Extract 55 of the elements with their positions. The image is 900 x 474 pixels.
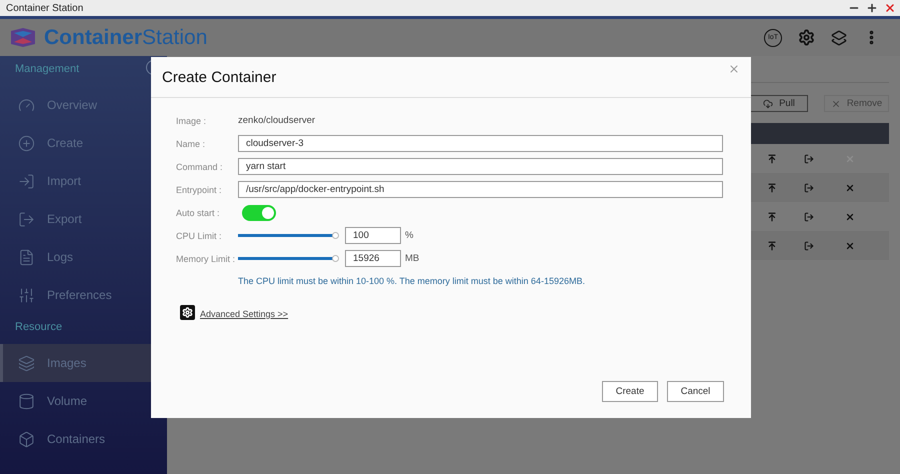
field-label: Name : <box>176 138 206 148</box>
export-icon <box>18 210 35 228</box>
sidebar-item[interactable]: Logs <box>0 238 167 276</box>
unit-label: % <box>405 230 414 241</box>
close-icon[interactable] <box>884 2 896 14</box>
settings-icon[interactable] <box>180 305 195 320</box>
pull-button[interactable]: Pull <box>750 95 808 112</box>
field-label: Memory Limit : <box>176 254 236 264</box>
cube-icon <box>18 430 35 448</box>
limit-hint: The CPU limit must be within 10-100 %. The memory limit must be within 64-15926MB. <box>238 276 586 286</box>
stack-icon[interactable] <box>831 30 847 46</box>
remove-icon[interactable] <box>845 182 855 192</box>
slider-fill[interactable] <box>238 234 336 237</box>
x-icon <box>830 98 841 108</box>
sidebar-item[interactable]: Containers <box>0 420 167 458</box>
import-icon <box>18 172 35 190</box>
app-logo-text: ContainerStation <box>44 26 208 50</box>
sidebar-item[interactable]: Import <box>0 162 167 200</box>
cloud-download-icon <box>763 98 774 108</box>
cylinder-icon <box>18 392 35 410</box>
text-field[interactable]: yarn start <box>238 158 723 175</box>
close-button[interactable] <box>728 63 740 75</box>
field-label: Command : <box>176 162 224 172</box>
slider-fill[interactable] <box>238 257 336 260</box>
field-label: CPU Limit : <box>176 230 223 240</box>
sidebar-item[interactable]: Overview <box>0 86 167 124</box>
field-label: Image : <box>176 116 208 126</box>
unit-label: MB <box>405 253 420 264</box>
advanced-settings-link[interactable]: Advanced Settings >> <box>200 309 288 319</box>
number-field[interactable]: 15926 <box>345 250 401 267</box>
image-value: zenko/cloudserver <box>238 115 316 126</box>
plus-icon <box>18 134 35 152</box>
gauge-icon <box>18 96 35 114</box>
sidebar-item[interactable]: Volume <box>0 382 167 420</box>
logo-icon <box>10 28 36 47</box>
remove-icon[interactable] <box>845 240 855 250</box>
section-title: Resource <box>14 320 64 335</box>
number-field[interactable]: 100 <box>345 227 401 244</box>
sliders-icon <box>18 286 35 304</box>
sidebar-item[interactable]: Create <box>0 124 167 162</box>
field-label: Entrypoint : <box>176 184 223 194</box>
text-field[interactable]: /usr/src/app/docker-entrypoint.sh <box>238 181 723 198</box>
remove-icon[interactable] <box>845 212 855 222</box>
dialog-title: Create Container <box>162 68 276 86</box>
text-field[interactable]: cloudserver-3 <box>238 135 723 152</box>
sidebar-item[interactable]: Export <box>0 200 167 238</box>
field-label: Auto start : <box>176 208 221 218</box>
layers-icon <box>18 354 35 372</box>
cancel-button[interactable]: Cancel <box>667 381 724 402</box>
document-icon <box>18 248 35 266</box>
window-title: Container Station <box>6 2 84 14</box>
create-button[interactable]: Create <box>602 381 658 402</box>
sidebar-item[interactable]: Preferences <box>0 276 167 314</box>
maximize-icon[interactable] <box>866 2 878 14</box>
auto-start-toggle[interactable] <box>242 204 276 220</box>
